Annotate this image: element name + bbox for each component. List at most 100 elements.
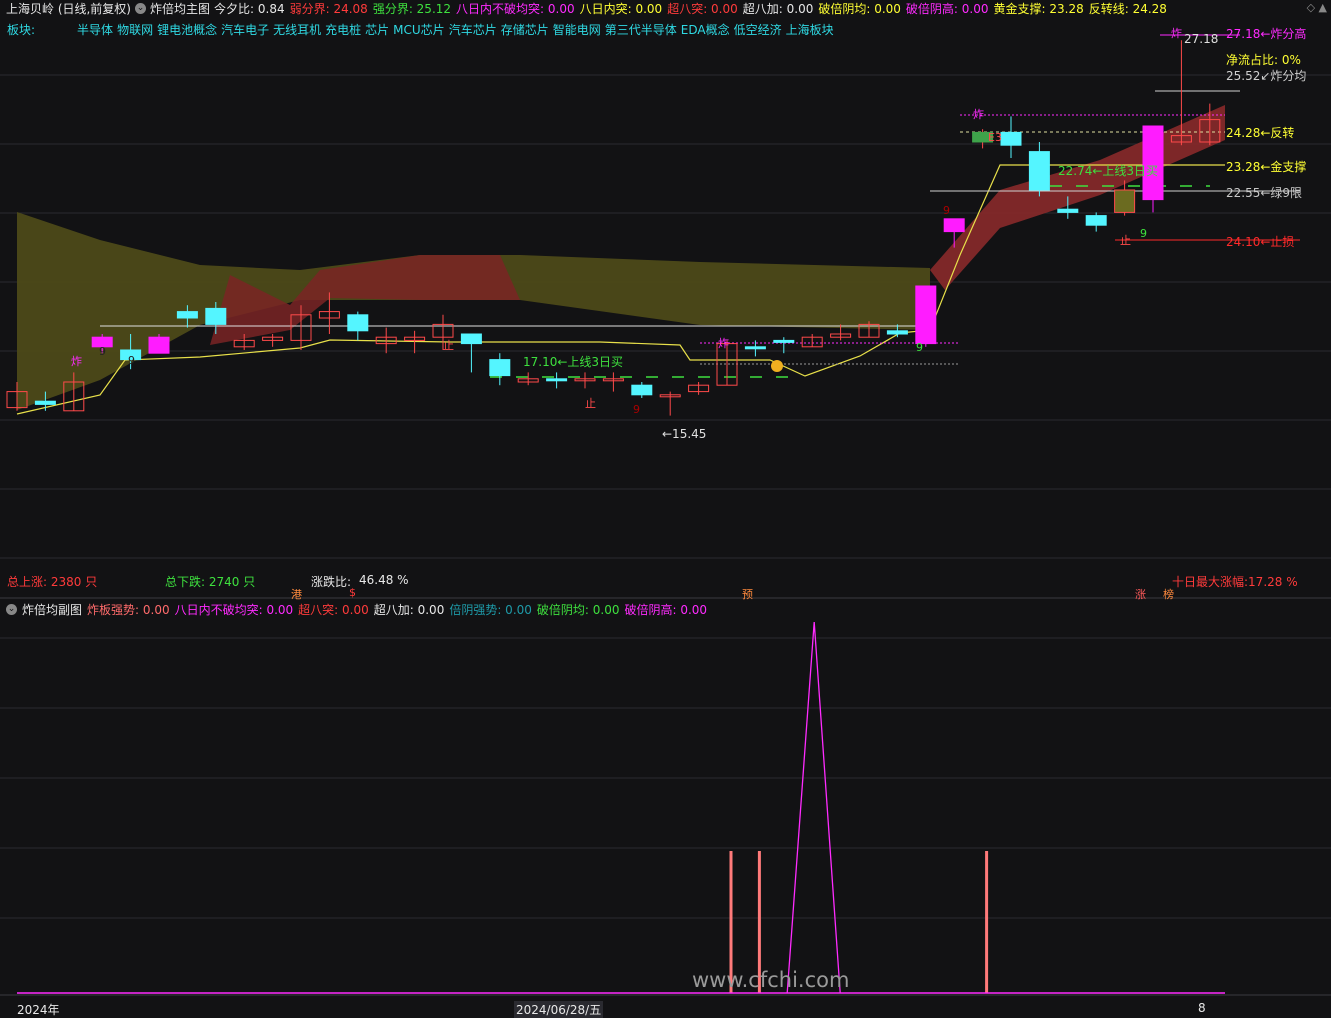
axis-date: 2024/06/28/五 bbox=[514, 1001, 604, 1018]
label-zha: 炸 bbox=[718, 337, 729, 350]
sector-item-11[interactable]: 第三代半导体 bbox=[605, 21, 677, 38]
axis-year: 2024年 bbox=[17, 1003, 60, 1017]
max-gain: 十日最大涨幅:17.28 % bbox=[1172, 575, 1298, 589]
stats-ratio: 46.48 % bbox=[359, 573, 409, 587]
marker-rise[interactable]: 涨 bbox=[1135, 586, 1146, 602]
right-label-3: 24.28←反转 bbox=[1226, 126, 1295, 140]
header-value-0: 今夕比: 0.84 bbox=[214, 2, 285, 16]
header-value-2: 强分界: 25.12 bbox=[372, 2, 452, 16]
marker-preview[interactable]: 预 bbox=[742, 586, 753, 602]
main-chart-header: 上海贝岭 (日线,前复权) ⌄ 炸倍均主图 今夕比: 0.84 弱分界: 24.0… bbox=[0, 0, 1331, 17]
candle-body bbox=[773, 339, 795, 343]
sub-value-2: 超八突: 0.00 bbox=[298, 603, 369, 617]
marker-hk[interactable]: 港 bbox=[291, 586, 302, 602]
label-e3: E3 bbox=[988, 131, 1002, 144]
sector-item-1[interactable]: 物联网 bbox=[117, 21, 153, 38]
right-label-6: 24.10←止损 bbox=[1226, 235, 1295, 249]
right-label-1: 净流占比: 0% bbox=[1226, 53, 1301, 67]
label-nine: 9 bbox=[943, 204, 950, 217]
header-value-3: 八日内不破均突: 0.00 bbox=[456, 2, 575, 16]
marker-dollar[interactable]: $ bbox=[349, 586, 356, 599]
stats-down: 总下跌: 2740 只 bbox=[165, 575, 256, 589]
candle-body bbox=[460, 333, 482, 345]
candle-body bbox=[1085, 215, 1107, 226]
candle-body bbox=[34, 400, 56, 405]
sub-collapse-icon[interactable]: ⌄ bbox=[6, 604, 17, 615]
header-value-9: 黄金支撑: 23.28 bbox=[993, 2, 1084, 16]
candle-body bbox=[1028, 151, 1050, 191]
right-label-0: 27.18←炸分高 bbox=[1226, 27, 1307, 41]
candle-body bbox=[148, 336, 170, 354]
sub-magenta-peak bbox=[786, 621, 841, 994]
sub-value-3: 超八加: 0.00 bbox=[373, 603, 445, 617]
header-value-7: 破倍阴均: 0.00 bbox=[818, 2, 901, 16]
right-label-4: 23.28←金支撑 bbox=[1226, 160, 1307, 174]
axis-month: 8 bbox=[1198, 1001, 1206, 1015]
sector-item-12[interactable]: EDA概念 bbox=[681, 21, 730, 38]
watermark: www.cfchi.com bbox=[692, 968, 850, 992]
header-value-4: 八日内突: 0.00 bbox=[579, 2, 663, 16]
sector-row: 板块: 半导体 物联网 锂电池概念 汽车电子 无线耳机 充电桩 芯片 MCU芯片 汽车芯片 存储芯… bbox=[7, 21, 834, 38]
label-zha: 炸 bbox=[973, 108, 984, 121]
candle-body bbox=[1000, 131, 1022, 146]
sector-item-13[interactable]: 低空经济 bbox=[734, 21, 782, 38]
label-zha: 炸 bbox=[1171, 27, 1182, 40]
chart-canvas: 999999炸炸炸炸止止止E3 bbox=[0, 27, 1331, 996]
sub-value-0: 炸板强势: 0.00 bbox=[87, 603, 170, 617]
candle-body bbox=[744, 346, 766, 350]
sector-item-4[interactable]: 无线耳机 bbox=[273, 21, 321, 38]
right-label-2: 25.52↙炸分均 bbox=[1226, 69, 1307, 83]
high-price-label: 27.18 bbox=[1184, 32, 1219, 46]
sector-item-9[interactable]: 存储芯片 bbox=[501, 21, 549, 38]
candle-body bbox=[176, 311, 198, 319]
buy-line-high-label: 22.74←上线3日买 bbox=[1058, 164, 1159, 178]
stats-up: 总上涨: 2380 只 bbox=[7, 575, 98, 589]
candle-body bbox=[943, 218, 965, 233]
header-value-6: 超八加: 0.00 bbox=[742, 2, 814, 16]
label-nine: 9 bbox=[633, 403, 640, 416]
sector-item-0[interactable]: 半导体 bbox=[77, 21, 113, 38]
sector-item-14[interactable]: 上海板块 bbox=[786, 21, 834, 38]
sector-item-5[interactable]: 充电桩 bbox=[325, 21, 361, 38]
sub-value-5: 破倍阴均: 0.00 bbox=[536, 603, 620, 617]
sector-item-3[interactable]: 汽车电子 bbox=[221, 21, 269, 38]
stock-title[interactable]: 上海贝岭 (日线,前复权) bbox=[6, 0, 131, 17]
sector-item-2[interactable]: 锂电池概念 bbox=[157, 21, 217, 38]
candle-body bbox=[1114, 189, 1136, 213]
label-nine: 9 bbox=[916, 341, 923, 354]
low-price-label: ←15.45 bbox=[662, 427, 707, 441]
sub-indicator-name[interactable]: 炸倍均副图 bbox=[22, 601, 82, 618]
stats-ratio-label: 涨跌比: bbox=[311, 575, 352, 589]
label-nine: 9 bbox=[99, 345, 106, 358]
candle-body bbox=[1057, 208, 1079, 213]
header-value-8: 破倍阴高: 0.00 bbox=[905, 2, 989, 16]
candle-body bbox=[489, 359, 511, 377]
scroll-up-icon[interactable]: ▲ bbox=[1319, 1, 1327, 14]
header-value-1: 弱分界: 24.08 bbox=[289, 2, 368, 16]
candle-body bbox=[546, 378, 568, 382]
sector-item-6[interactable]: 芯片 bbox=[365, 21, 389, 38]
candle-body bbox=[347, 314, 369, 332]
sector-label: 板块: bbox=[7, 23, 36, 37]
collapse-icon[interactable]: ⌄ bbox=[135, 3, 146, 14]
label-zhi: 止 bbox=[585, 397, 596, 410]
candle-body bbox=[915, 285, 937, 345]
sub-chart-header: ⌄ 炸倍均副图 炸板强势: 0.00 八日内不破均突: 0.00 超八突: 0.00… bbox=[6, 601, 707, 618]
buy-line-low-label: 17.10←上线3日买 bbox=[523, 355, 624, 369]
label-zha: 炸 bbox=[71, 355, 82, 368]
indicator-name[interactable]: 炸倍均主图 bbox=[150, 0, 210, 17]
label-nine: 9 bbox=[1140, 227, 1147, 240]
sector-list: 半导体 物联网 锂电池概念 汽车电子 无线耳机 充电桩 芯片 MCU芯片 汽车芯片 存储芯片 智能电… bbox=[77, 21, 834, 38]
label-nine: 9 bbox=[128, 354, 135, 367]
diamond-icon[interactable]: ◇ bbox=[1307, 1, 1315, 14]
olive-band bbox=[17, 212, 930, 410]
candle-body bbox=[631, 384, 653, 396]
header-value-10: 反转线: 24.28 bbox=[1088, 2, 1167, 16]
sub-header-values: 炸板强势: 0.00 八日内不破均突: 0.00 超八突: 0.00 超八加: 0.0… bbox=[87, 601, 707, 618]
sector-item-8[interactable]: 汽车芯片 bbox=[449, 21, 497, 38]
header-value-5: 超八突: 0.00 bbox=[667, 2, 738, 16]
marker-rank[interactable]: 榜 bbox=[1163, 586, 1174, 602]
label-zhi: 止 bbox=[1120, 234, 1131, 247]
sector-item-10[interactable]: 智能电网 bbox=[553, 21, 601, 38]
sector-item-7[interactable]: MCU芯片 bbox=[393, 21, 445, 38]
